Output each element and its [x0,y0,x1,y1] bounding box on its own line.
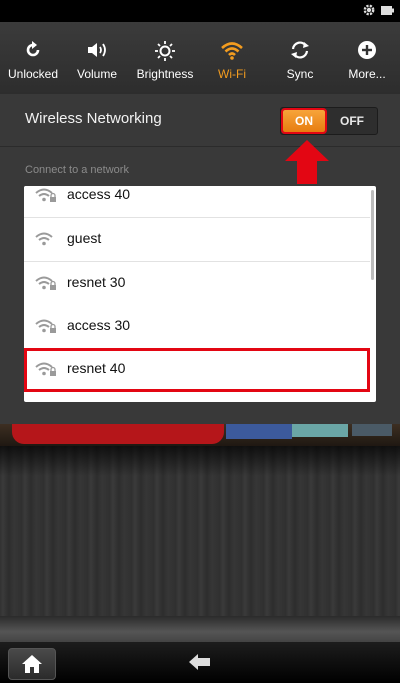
sun-icon [155,41,175,61]
network-item-resnet-40[interactable]: resnet 40 [24,348,370,392]
quick-unlocked-label: Unlocked [7,67,59,81]
quick-unlocked[interactable]: Unlocked [0,22,66,94]
wireless-panel: Wireless Networking ON OFF Connect to a … [0,94,400,424]
quick-more[interactable]: More... [334,22,400,94]
network-item-resnet-30[interactable]: resnet 30 [24,262,370,306]
book-cover [226,424,292,439]
battery-icon [381,6,394,15]
speaker-icon [88,43,106,57]
status-bar [0,0,400,22]
wifi-icon [221,42,243,60]
wireless-networking-label: Wireless Networking [25,110,162,127]
network-list-scrollbar[interactable] [371,190,374,280]
bottom-nav-bar [0,642,400,683]
quick-volume-label: Volume [76,67,118,81]
wifi-locked-icon [35,362,56,376]
quick-brightness[interactable]: Brightness [132,22,198,94]
gear-icon[interactable] [362,3,376,17]
book-cover [292,424,348,437]
network-item-access-30[interactable]: access 30 [24,305,370,349]
plus-icon [358,41,376,59]
quick-wifi-label: Wi-Fi [218,67,246,81]
book-cover [352,424,392,436]
quick-sync[interactable]: Sync [267,22,333,94]
network-name: access 40 [67,186,131,202]
rotate-lock-icon [26,41,40,57]
network-name: guest [67,230,102,246]
back-arrow-icon[interactable] [188,653,212,671]
wifi-locked-icon [35,276,56,290]
wifi-locked-icon [35,319,56,333]
quick-brightness-label: Brightness [136,67,194,81]
quick-more-label: More... [348,67,386,81]
quick-sync-label: Sync [286,67,314,81]
quick-volume[interactable]: Volume [64,22,130,94]
network-list: access 40 guest resnet 30 access 30 resn… [24,186,376,402]
connect-network-label: Connect to a network [25,164,129,176]
wifi-locked-icon [35,188,56,202]
network-name: resnet 30 [67,274,126,290]
book-cover [12,424,224,444]
bookshelf-background [0,446,400,642]
home-button[interactable] [8,648,56,680]
quick-wifi[interactable]: Wi-Fi [199,22,265,94]
quick-settings-bar: Unlocked Volume Brightness Wi-Fi Sync Mo… [0,22,400,95]
wireless-networking-row: Wireless Networking ON OFF [0,94,400,147]
sync-icon [291,41,309,59]
network-name: resnet 40 [67,360,126,376]
home-icon [22,655,42,673]
network-item-access-40[interactable]: access 40 [24,186,370,218]
toggle-on-button[interactable]: ON [281,108,327,134]
arrow-up-icon [285,140,329,184]
wireless-toggle[interactable]: ON OFF [280,107,378,135]
network-name: access 30 [67,317,131,333]
network-item-guest[interactable]: guest [24,218,370,262]
toggle-off-button[interactable]: OFF [331,110,373,132]
wifi-icon [35,232,53,246]
